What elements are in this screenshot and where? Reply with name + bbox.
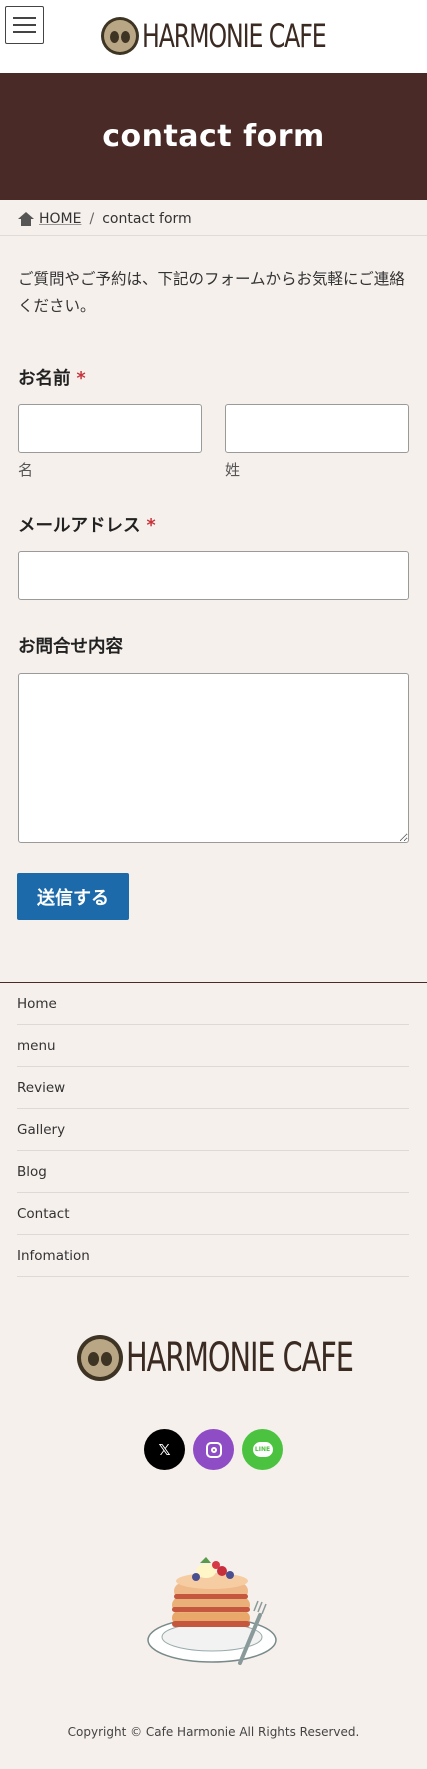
hamburger-icon[interactable] <box>5 6 44 44</box>
page-title: contact form <box>102 119 325 154</box>
name-label-text: お名前 <box>18 369 71 389</box>
message-label: お問合せ内容 <box>18 637 123 657</box>
footer-nav-menu[interactable]: menu <box>17 1025 409 1067</box>
site-header: HARMONIE CAFE <box>0 0 427 73</box>
instagram-icon[interactable] <box>193 1429 234 1470</box>
copyright: Copyright © Cafe Harmonie All Rights Res… <box>67 1725 360 1739</box>
email-input[interactable] <box>18 551 409 600</box>
breadcrumb: HOME / contact form <box>18 208 192 230</box>
home-icon <box>18 211 34 227</box>
instagram-glyph <box>205 1441 222 1458</box>
footer-nav-contact[interactable]: Contact <box>17 1193 409 1235</box>
line-icon[interactable]: LINE <box>242 1429 283 1470</box>
message-textarea[interactable] <box>18 673 409 843</box>
logo-text: HARMONIE CAFE <box>142 17 327 55</box>
footer-nav-blog[interactable]: Blog <box>17 1151 409 1193</box>
page-hero: contact form <box>0 73 427 200</box>
required-mark: * <box>76 369 86 389</box>
footer-nav-review[interactable]: Review <box>17 1067 409 1109</box>
first-name-input[interactable] <box>18 404 202 453</box>
last-name-sublabel: 姓 <box>225 461 241 479</box>
footer-nav-infomation[interactable]: Infomation <box>17 1235 409 1277</box>
breadcrumb-separator: / <box>89 211 95 227</box>
logo-badge-icon <box>77 1335 123 1381</box>
submit-button[interactable]: 送信する <box>17 873 129 920</box>
breadcrumb-divider <box>0 235 427 236</box>
footer-nav-gallery[interactable]: Gallery <box>17 1109 409 1151</box>
line-glyph: LINE <box>252 1442 273 1457</box>
email-label: メールアドレス * <box>18 512 156 537</box>
email-label-text: メールアドレス <box>18 516 141 536</box>
footer-logo[interactable]: HARMONIE CAFE <box>77 1335 427 1381</box>
pancake-illustration <box>147 1557 277 1665</box>
last-name-input[interactable] <box>225 404 409 453</box>
first-name-sublabel: 名 <box>18 461 34 479</box>
required-mark: * <box>146 516 156 536</box>
site-logo[interactable]: HARMONIE CAFE <box>101 16 390 56</box>
intro-text: ご質問やご予約は、下記のフォームからお気軽にご連絡ください。 <box>18 270 405 315</box>
footer-nav-home[interactable]: Home <box>17 983 409 1025</box>
x-icon[interactable]: 𝕏 <box>144 1429 185 1470</box>
breadcrumb-home-link[interactable]: HOME <box>39 211 81 227</box>
breadcrumb-current: contact form <box>102 211 192 227</box>
x-glyph: 𝕏 <box>158 1440 171 1459</box>
footer-logo-text: HARMONIE CAFE <box>126 1335 354 1381</box>
name-label: お名前 * <box>18 365 86 390</box>
logo-badge-icon <box>101 17 139 55</box>
